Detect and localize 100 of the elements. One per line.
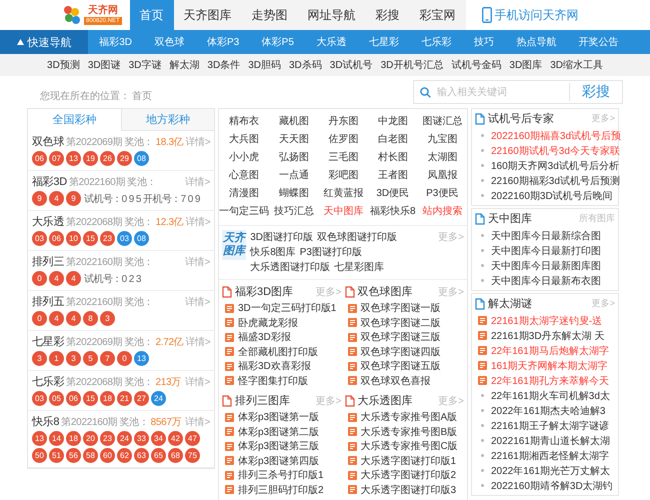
article-link[interactable]: 22160期福彩3d试机号后预测	[491, 174, 620, 188]
article-link[interactable]: 22161期湘西老怪解太湖字	[491, 448, 609, 462]
gallery-link[interactable]: 太湖图	[427, 149, 458, 167]
library-link[interactable]: 双色球字图谜二版	[360, 316, 440, 330]
article-link[interactable]: 2022160期3D试机号后晚间	[491, 188, 613, 202]
article-link[interactable]: 22年161期马后炮解太湖字	[491, 344, 609, 358]
sub-nav-link[interactable]: 3D缩水工具	[550, 58, 603, 72]
gallery-link[interactable]: 佐罗图	[328, 131, 358, 149]
sub-nav-link[interactable]: 试机号金码	[451, 58, 502, 72]
library-link[interactable]: 大乐透专家推号图B版	[360, 424, 458, 439]
gallery-link[interactable]: 藏机图	[278, 113, 309, 131]
print-link[interactable]: 七星彩图库	[334, 260, 384, 275]
nav-tab[interactable]: 天齐图库	[174, 0, 242, 30]
gallery-link[interactable]: 一点通	[278, 167, 309, 185]
nav-tab[interactable]: 走势图	[242, 0, 298, 30]
article-link[interactable]: 22年161期火车司机解3d太	[491, 388, 610, 402]
library-link[interactable]: 双色球双色喜报	[360, 374, 430, 388]
library-link[interactable]: 排列三胆码打印版2	[238, 482, 324, 497]
library-link[interactable]: 全部藏机图打印版	[238, 344, 318, 359]
nav-tab[interactable]: 网址导航	[298, 0, 366, 30]
library-link[interactable]: 福盛3D彩报	[238, 330, 291, 344]
gallery-link[interactable]: 天中图库	[323, 203, 364, 221]
lottery-ball: 7	[100, 351, 115, 366]
gallery-link[interactable]: 红黄蓝报	[323, 185, 364, 203]
gallery-link[interactable]: 蝴蝶图	[278, 185, 309, 203]
library-link[interactable]: 3D一句定三码打印版1	[238, 301, 336, 316]
library-link[interactable]: 体彩p3图谜第一版	[238, 410, 320, 424]
library-link[interactable]: 大乐透专家推号图A版	[360, 410, 458, 424]
gallery-link[interactable]: 中龙图	[378, 113, 408, 131]
article-link[interactable]: 2022161期青山道长解太湖	[491, 434, 610, 448]
library-link[interactable]: 排列三杀号打印版1	[238, 468, 324, 482]
print-link[interactable]: 快乐8图库	[250, 245, 296, 260]
gallery-link[interactable]: 福彩快乐8	[370, 203, 416, 221]
library-link[interactable]: 双色球字图谜五版	[360, 359, 440, 374]
article-link[interactable]: 天中图库今日最新布衣图	[491, 274, 601, 288]
gallery-link[interactable]: 站内搜索	[422, 203, 462, 221]
gallery-link[interactable]: P3便民	[426, 185, 458, 203]
gallery-link[interactable]: 心意图	[229, 167, 259, 185]
article-link[interactable]: 22161期王子解太湖字谜谚	[491, 418, 609, 432]
gallery-link[interactable]: 三毛图	[328, 149, 358, 167]
gallery-link[interactable]: 丹东图	[328, 113, 358, 131]
article-link[interactable]: 22161期3D丹东解太湖 天	[491, 328, 604, 342]
gallery-link[interactable]: 精布衣	[229, 113, 259, 131]
gallery-link[interactable]: 清漫图	[229, 185, 259, 203]
article-link[interactable]: 22160期试机号3d今天专家联	[491, 144, 620, 158]
sub-nav-link[interactable]: 解太湖	[169, 58, 200, 72]
library-link[interactable]: 双色球字图谜三版	[360, 330, 440, 344]
gallery-link[interactable]: 村长图	[378, 149, 408, 167]
gallery-link[interactable]: 技巧汇总	[274, 203, 314, 221]
library-link[interactable]: 体彩p3图谜第三版	[238, 439, 320, 454]
gallery-link[interactable]: 弘扬图	[278, 149, 309, 167]
article-link[interactable]: 2022年161期光芒万丈解太	[491, 464, 610, 478]
nav-tab[interactable]: 彩搜	[366, 0, 410, 30]
sub-nav-link[interactable]: 3D图库	[509, 58, 542, 72]
print-link[interactable]: P3图谜打印版	[300, 245, 362, 260]
library-link[interactable]: 体彩p3图谜第二版	[238, 424, 320, 439]
nav-tab[interactable]: 彩宝网	[410, 0, 466, 30]
library-link[interactable]: 大乐透字图谜打印版2	[360, 468, 456, 482]
article-link[interactable]: 天中图库今日最新图库图	[491, 258, 601, 272]
gallery-link[interactable]: 图谜汇总	[422, 113, 462, 131]
gallery-link[interactable]: 3D便民	[376, 185, 410, 203]
library-link[interactable]: 福彩3D欢喜彩报	[238, 359, 311, 374]
print-link[interactable]: 大乐透图谜打印版	[250, 260, 330, 275]
article-link[interactable]: 161期天齐网解本期太湖字	[491, 358, 608, 372]
sub-nav-link[interactable]: 3D开机号汇总	[380, 58, 444, 72]
library-link[interactable]: 大乐透专家推号图C版	[360, 439, 458, 454]
library-link[interactable]: 卧虎藏龙彩报	[238, 316, 298, 330]
gallery-link[interactable]: 天天图	[278, 131, 309, 149]
quick-nav-button[interactable]: 快速导航	[0, 30, 88, 54]
article-link[interactable]: 160期天齐网3d试机号后分析	[491, 158, 619, 172]
sub-nav-link[interactable]: 3D图谜	[88, 58, 121, 72]
sub-nav-link[interactable]: 3D胆码	[248, 58, 281, 72]
gallery-link[interactable]: 九宝图	[427, 131, 458, 149]
library-link[interactable]: 怪字图集打印版	[238, 374, 308, 388]
article-link[interactable]: 22年161期孔方来萃解今天	[491, 374, 609, 388]
library-link[interactable]: 大乐透字图谜打印版3	[360, 482, 456, 497]
print-link[interactable]: 3D图谜打印版	[250, 230, 313, 245]
gallery-link[interactable]: 小小虎	[229, 149, 259, 167]
sub-nav-link[interactable]: 3D试机号	[330, 58, 373, 72]
print-link[interactable]: 双色球图谜打印版	[316, 230, 397, 245]
gallery-link[interactable]: 王者图	[378, 167, 408, 185]
library-link[interactable]: 大乐透字图谜打印版1	[360, 454, 456, 468]
article-link[interactable]: 2022160期靖爷解3D太湖钓	[491, 478, 613, 492]
gallery-link[interactable]: 凤凰报	[427, 167, 458, 185]
article-link[interactable]: 2022160期福喜3d试机号后预	[491, 128, 622, 142]
sub-nav-link[interactable]: 3D预测	[47, 58, 80, 72]
gallery-link[interactable]: 大兵图	[229, 131, 259, 149]
sub-nav-link[interactable]: 3D杀码	[289, 58, 322, 72]
gallery-link[interactable]: 白老图	[378, 131, 408, 149]
gallery-link[interactable]: 一句定三码	[219, 203, 269, 221]
library-link[interactable]: 双色球字图谜四版	[360, 344, 440, 359]
article-link[interactable]: 2022年161期杰夫哈迪解3	[491, 404, 606, 418]
library-link[interactable]: 双色球字图谜一版	[360, 301, 440, 316]
sub-nav-link[interactable]: 3D条件	[207, 58, 240, 72]
sub-nav-link[interactable]: 3D字谜	[128, 58, 162, 72]
article-link[interactable]: 天中图库今日最新打印图	[491, 244, 601, 258]
library-link[interactable]: 体彩p3图谜第四版	[238, 454, 320, 468]
gallery-link[interactable]: 彩吧图	[328, 167, 358, 185]
article-link[interactable]: 天中图库今日最新综合图	[491, 228, 601, 242]
article-link[interactable]: 22161期太湖字迷钓叟-送	[491, 314, 602, 328]
